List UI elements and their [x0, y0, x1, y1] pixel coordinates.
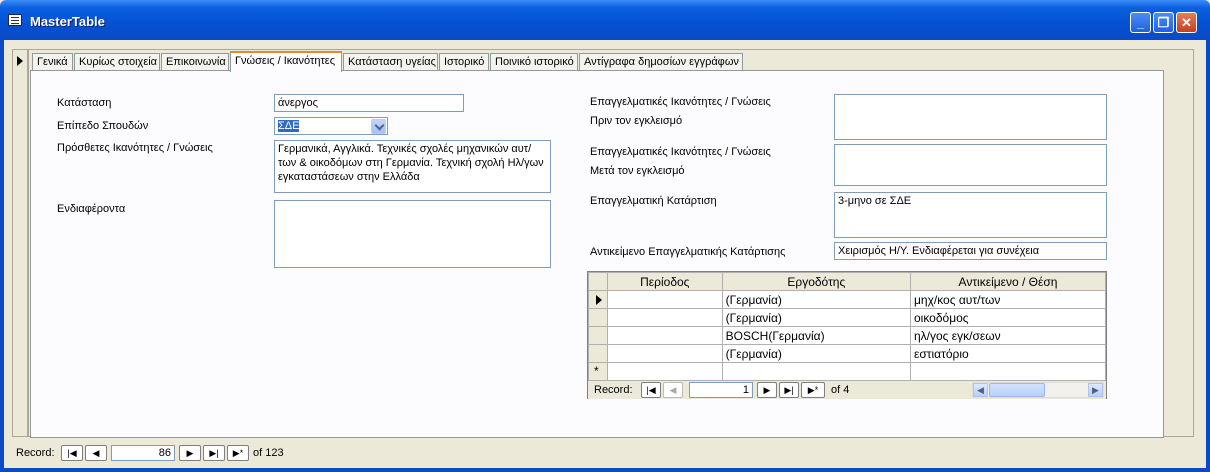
subform-new-record-button[interactable]: ▶* — [801, 382, 825, 398]
subform-record-navigator: Record: |◀ ◀ 1 ▶ ▶| ▶* of 4 ◀ ▶ — [588, 381, 1106, 399]
additional-skills-label: Πρόσθετες Ικανότητες / Γνώσεις — [57, 142, 213, 154]
next-record-button[interactable]: ▶ — [179, 445, 201, 461]
employer-cell[interactable]: BOSCH(Γερμανία) — [721, 326, 911, 345]
period-cell[interactable] — [606, 362, 723, 381]
close-button[interactable]: ✕ — [1176, 12, 1197, 33]
status-field[interactable]: άνεργος — [274, 94, 464, 112]
subform-last-record-button[interactable]: ▶| — [779, 382, 799, 398]
previous-record-button[interactable]: ◀ — [85, 445, 107, 461]
table-row[interactable]: BOSCH(Γερμανία) ηλ/γος εγκ/σεων — [588, 326, 1106, 345]
column-header-employer[interactable]: Εργοδότης — [721, 272, 911, 291]
additional-skills-field[interactable]: Γερμανικά, Αγγλικά. Τεχνικές σχολές μηχα… — [274, 140, 551, 193]
education-level-label: Επίπεδο Σπουδών — [57, 120, 149, 132]
column-header-period[interactable]: Περίοδος — [606, 272, 723, 291]
row-selector[interactable] — [588, 344, 608, 363]
new-record-row[interactable]: * — [588, 362, 1106, 381]
subform-previous-record-button[interactable]: ◀ — [663, 382, 683, 398]
position-cell[interactable]: μηχ/κος αυτ/των — [909, 290, 1106, 309]
tab-history[interactable]: Ιστορικό — [439, 53, 489, 71]
subform-record-count: of 4 — [831, 384, 850, 396]
period-cell[interactable] — [606, 290, 723, 309]
status-label: Κατάσταση — [57, 97, 112, 109]
table-row[interactable]: (Γερμανία) μηχ/κος αυτ/των — [588, 290, 1106, 309]
scroll-left-icon[interactable]: ◀ — [973, 383, 988, 397]
form-icon — [8, 14, 22, 26]
period-cell[interactable] — [606, 344, 723, 363]
employer-cell[interactable]: (Γερμανία) — [721, 344, 911, 363]
scrollbar-thumb[interactable] — [989, 383, 1045, 397]
employer-cell[interactable] — [721, 362, 911, 381]
vocational-training-label: Επαγγελματική Κατάρτιση — [590, 195, 717, 207]
subform-record-label: Record: — [594, 384, 633, 396]
window-frame-right — [1206, 40, 1210, 472]
position-cell[interactable]: ηλ/γος εγκ/σεων — [909, 326, 1106, 345]
tab-public-documents[interactable]: Αντίγραφα δημοσίων εγγράφων — [579, 53, 743, 71]
position-cell[interactable]: οικοδόμος — [909, 308, 1106, 327]
record-selector[interactable] — [12, 49, 28, 437]
main-record-count: of 123 — [253, 447, 284, 459]
training-subject-field[interactable]: Χειρισμός Η/Υ. Ενδιαφέρεται για συνέχεια — [834, 242, 1107, 260]
current-record-arrow-icon — [17, 56, 23, 66]
pro-skills-before-field[interactable] — [834, 94, 1107, 140]
pro-skills-before-sublabel: Πριν τον εγκλεισμό — [590, 115, 683, 127]
subform-horizontal-scrollbar[interactable]: ◀ ▶ — [972, 382, 1104, 398]
current-record-input[interactable]: 86 — [111, 445, 175, 461]
select-all-cell[interactable] — [588, 272, 608, 291]
window-frame-bottom — [0, 468, 1210, 472]
main-record-navigator: Record: |◀ ◀ 86 ▶ ▶| ▶* of 123 — [4, 442, 1206, 468]
pro-skills-after-field[interactable] — [834, 144, 1107, 186]
current-row-arrow-icon — [596, 295, 602, 305]
scroll-right-icon[interactable]: ▶ — [1088, 383, 1103, 397]
pro-skills-after-sublabel: Μετά τον εγκλεισμό — [590, 165, 685, 177]
window-frame-left — [0, 40, 4, 472]
new-record-icon: * — [594, 364, 599, 378]
restore-button[interactable]: ❐ — [1153, 12, 1174, 33]
table-header-row: Περίοδος Εργοδότης Αντικείμενο / Θέση — [588, 272, 1106, 291]
interests-label: Ενδιαφέροντα — [57, 203, 126, 215]
row-selector[interactable] — [588, 290, 608, 309]
row-selector[interactable]: * — [588, 362, 608, 381]
last-record-button[interactable]: ▶| — [203, 445, 225, 461]
period-cell[interactable] — [606, 308, 723, 327]
new-record-button[interactable]: ▶* — [227, 445, 249, 461]
tab-contact[interactable]: Επικοινωνία — [161, 53, 229, 71]
training-subject-label: Αντικείμενο Επαγγελματικής Κατάρτισης — [590, 246, 786, 258]
tab-criminal-record[interactable]: Ποινικό ιστορικό — [490, 53, 578, 71]
column-header-position[interactable]: Αντικείμενο / Θέση — [909, 272, 1106, 291]
employment-table: Περίοδος Εργοδότης Αντικείμενο / Θέση (Γ… — [588, 272, 1106, 381]
tab-general[interactable]: Γενικά — [32, 53, 73, 71]
position-cell[interactable]: εστιατόριο — [909, 344, 1106, 363]
subform-current-record-input[interactable]: 1 — [689, 382, 753, 398]
subform-next-record-button[interactable]: ▶ — [757, 382, 777, 398]
pro-skills-after-label: Επαγγελματικές Ικανότητες / Γνώσεις — [590, 146, 771, 158]
row-selector[interactable] — [588, 308, 608, 327]
minimize-button[interactable]: _ — [1130, 12, 1151, 33]
chevron-down-icon[interactable] — [371, 119, 386, 134]
title-bar[interactable]: MasterTable _ ❐ ✕ — [0, 0, 1210, 40]
position-cell[interactable] — [909, 362, 1106, 381]
pro-skills-before-label: Επαγγελματικές Ικανότητες / Γνώσεις — [590, 96, 771, 108]
period-cell[interactable] — [606, 326, 723, 345]
tab-health[interactable]: Κατάσταση υγείας — [343, 53, 438, 71]
main-record-label: Record: — [16, 447, 55, 459]
education-level-value: ΣΔΕ — [278, 120, 300, 132]
tab-skills[interactable]: Γνώσεις / Ικανότητες — [230, 51, 342, 72]
employment-subform: Περίοδος Εργοδότης Αντικείμενο / Θέση (Γ… — [587, 271, 1107, 399]
employer-cell[interactable]: (Γερμανία) — [721, 308, 911, 327]
employer-cell[interactable]: (Γερμανία) — [721, 290, 911, 309]
row-selector[interactable] — [588, 326, 608, 345]
interests-field[interactable] — [274, 200, 551, 268]
vocational-training-field[interactable]: 3-μηνο σε ΣΔΕ — [834, 192, 1107, 238]
table-row[interactable]: (Γερμανία) εστιατόριο — [588, 344, 1106, 363]
subform-first-record-button[interactable]: |◀ — [641, 382, 661, 398]
table-row[interactable]: (Γερμανία) οικοδόμος — [588, 308, 1106, 327]
window-title: MasterTable — [30, 14, 105, 29]
education-level-combo[interactable]: ΣΔΕ — [274, 117, 388, 135]
tab-main-info[interactable]: Κυρίως στοιχεία — [74, 53, 160, 71]
first-record-button[interactable]: |◀ — [61, 445, 83, 461]
